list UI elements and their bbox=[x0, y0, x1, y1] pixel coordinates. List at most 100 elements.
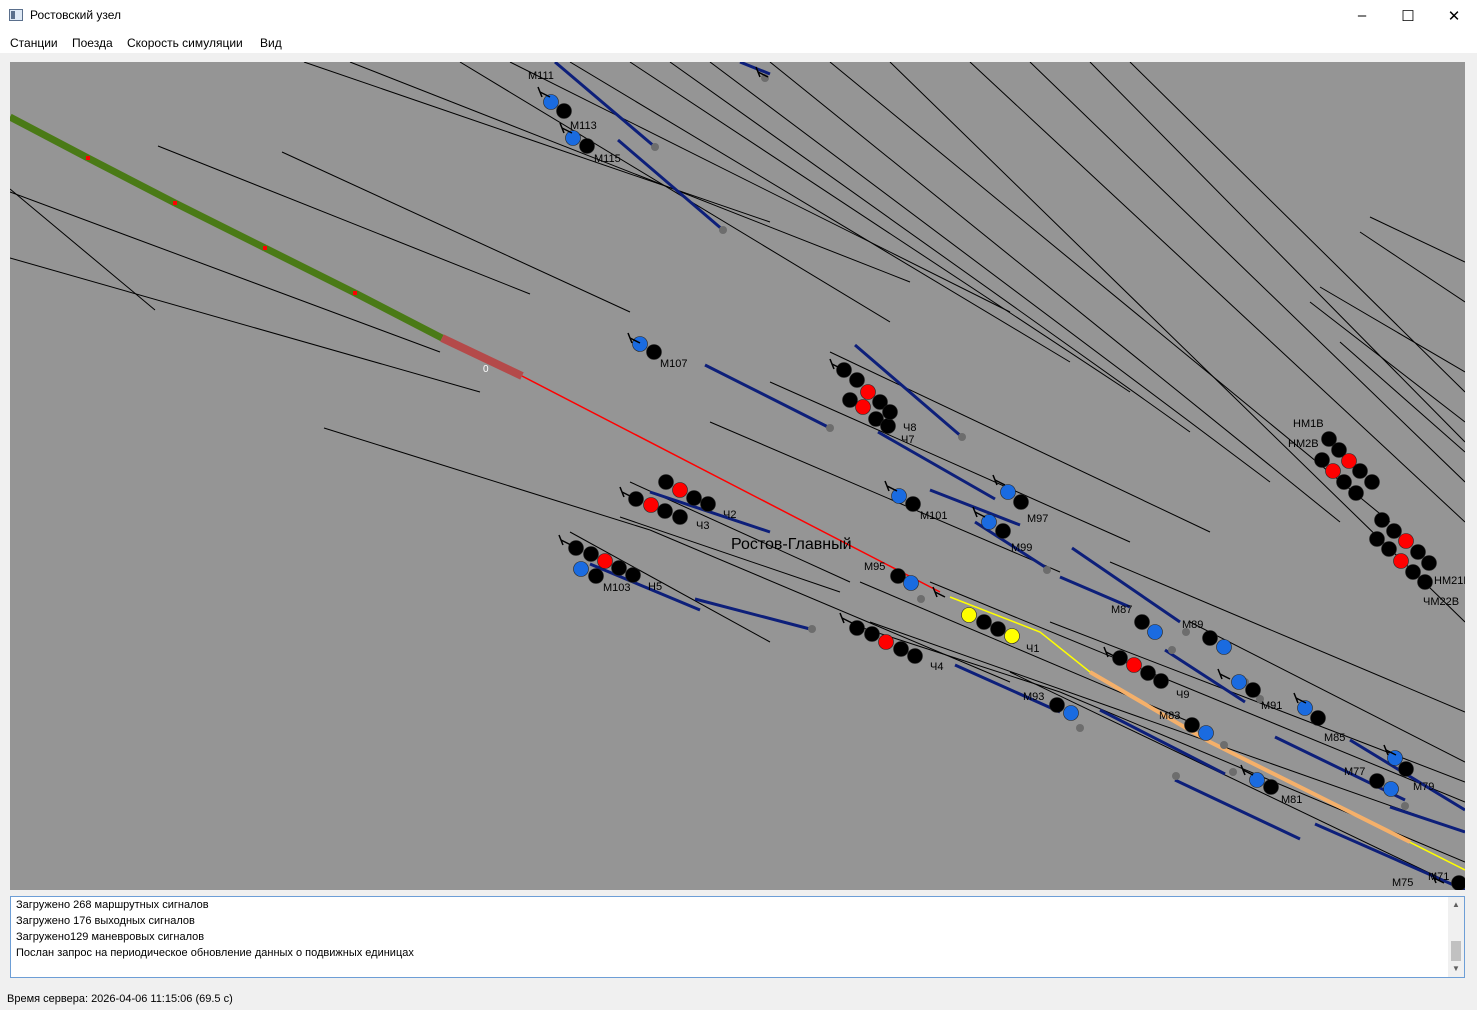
signal-lamp bbox=[1153, 673, 1169, 689]
close-button[interactable]: ✕ bbox=[1431, 0, 1477, 31]
signal-lamp bbox=[1398, 761, 1414, 777]
signal-lamp bbox=[1134, 614, 1150, 630]
signal-name-label: Ч8 bbox=[903, 422, 916, 434]
isolated-track-segment bbox=[877, 430, 996, 501]
signal-lamp bbox=[1263, 779, 1279, 795]
signal-lamp bbox=[1393, 553, 1409, 569]
switch-point bbox=[651, 143, 659, 151]
track-line bbox=[303, 62, 771, 223]
route-track-green bbox=[353, 289, 444, 342]
signal-lamp bbox=[836, 362, 852, 378]
track-line bbox=[629, 62, 1131, 393]
signal-name-label: М95 bbox=[864, 561, 885, 573]
isolated-track-segment bbox=[1174, 778, 1301, 841]
menu-sim-speed[interactable]: Скорость симуляции bbox=[127, 36, 243, 50]
signal-name-label: М101 bbox=[920, 510, 948, 522]
signal-lamp bbox=[1387, 750, 1403, 766]
maximize-button[interactable]: ☐ bbox=[1385, 0, 1431, 31]
minimize-button[interactable]: – bbox=[1339, 0, 1385, 31]
signal-lamp bbox=[1216, 639, 1232, 655]
signal-lamp bbox=[700, 496, 716, 512]
track-line bbox=[1319, 286, 1465, 373]
track-line bbox=[10, 191, 441, 353]
signal-lamp bbox=[573, 561, 589, 577]
switch-point bbox=[1172, 772, 1180, 780]
isolated-track-segment bbox=[739, 62, 771, 76]
signal-lamp bbox=[632, 336, 648, 352]
signal-name-label: М81 bbox=[1281, 794, 1302, 806]
track-line bbox=[1339, 341, 1465, 453]
signal-lamp bbox=[568, 540, 584, 556]
isolated-track-segment bbox=[1389, 805, 1465, 834]
signal-name-label: М113 bbox=[570, 120, 597, 132]
signal-name-label: М115 bbox=[594, 153, 621, 165]
signal-lamp bbox=[588, 568, 604, 584]
signal-lamp bbox=[882, 404, 898, 420]
scroll-up-arrow-icon[interactable]: ▲ bbox=[1448, 897, 1464, 913]
signal-name-label: М79 bbox=[1413, 781, 1434, 793]
log-line: Загружено 268 маршрутных сигналов bbox=[16, 899, 209, 911]
menu-stations[interactable]: Станции bbox=[10, 36, 58, 50]
signal-lamp bbox=[1352, 463, 1368, 479]
signal-lamp bbox=[556, 103, 572, 119]
signal-lamp bbox=[1421, 555, 1437, 571]
track-line bbox=[1009, 671, 1465, 890]
signal-name-label: М103 bbox=[603, 582, 631, 594]
signal-lamp bbox=[1325, 463, 1341, 479]
event-log[interactable]: Загружено 268 маршрутных сигналов Загруж… bbox=[10, 896, 1465, 978]
signal-lamp bbox=[1405, 564, 1421, 580]
signal-name-label: М77 bbox=[1344, 766, 1365, 778]
signal-lamp bbox=[855, 399, 871, 415]
signal-lamp bbox=[579, 138, 595, 154]
signal-lamp bbox=[543, 94, 559, 110]
menu-trains[interactable]: Поезда bbox=[72, 36, 113, 50]
occupied-track-block bbox=[440, 334, 524, 380]
menu-view[interactable]: Вид bbox=[260, 36, 282, 50]
signal-lamp bbox=[903, 575, 919, 591]
log-line: Послан запрос на периодическое обновлени… bbox=[16, 947, 414, 959]
signal-lamp bbox=[1398, 533, 1414, 549]
track-line bbox=[459, 62, 891, 323]
signal-lamp bbox=[1314, 452, 1330, 468]
signal-lamp bbox=[672, 482, 688, 498]
signal-lamp bbox=[597, 553, 613, 569]
switch-point bbox=[917, 595, 925, 603]
signal-lamp bbox=[1364, 474, 1380, 490]
signal-name-label: М75 bbox=[1392, 877, 1413, 889]
station-name-label: Ростов-Главный bbox=[731, 536, 852, 553]
track-map[interactable]: М111 М113 М115 М107 Ч8Ч7 НМ1В НМ2В НМ21В ЧМ22В Ч2… bbox=[10, 62, 1465, 890]
signal-lamp bbox=[1417, 574, 1433, 590]
track-joint-marker bbox=[353, 291, 357, 295]
signal-lamp bbox=[658, 474, 674, 490]
signal-lamp bbox=[890, 568, 906, 584]
signal-lamp bbox=[643, 497, 659, 513]
signal-name-label: М87 bbox=[1111, 604, 1132, 616]
signal-name-label: М97 bbox=[1027, 513, 1048, 525]
log-line: Загружено129 маневровых сигналов bbox=[16, 931, 205, 943]
signal-lamp bbox=[686, 490, 702, 506]
log-scrollbar[interactable]: ▲ ▼ bbox=[1448, 897, 1464, 977]
signal-name-label: ЧМ22В bbox=[1423, 596, 1459, 608]
signal-name-label: Ч7 bbox=[901, 434, 914, 446]
switch-point bbox=[1220, 741, 1228, 749]
scroll-down-arrow-icon[interactable]: ▼ bbox=[1448, 961, 1464, 977]
scroll-thumb[interactable] bbox=[1451, 941, 1461, 961]
track-line bbox=[349, 62, 911, 283]
track-line bbox=[569, 62, 1071, 363]
signal-lamp bbox=[907, 648, 923, 664]
signal-name-label: М85 bbox=[1324, 732, 1345, 744]
signal-lamp bbox=[1336, 474, 1352, 490]
track-map-canvas[interactable]: М111 М113 М115 М107 Ч8Ч7 НМ1В НМ2В НМ21В ЧМ22В Ч2… bbox=[10, 62, 1465, 890]
app-icon bbox=[9, 9, 23, 21]
route-track-green bbox=[86, 154, 177, 207]
signal-lamp bbox=[849, 372, 865, 388]
title-bar: Ростовский узел – ☐ ✕ bbox=[0, 0, 1477, 31]
signal-name-label: М91 bbox=[1261, 700, 1282, 712]
signal-lamp bbox=[880, 418, 896, 434]
signal-name-label: НМ2В bbox=[1288, 438, 1319, 450]
status-server-time: Время сервера: 2026-04-06 11:15:06 (69.5… bbox=[7, 993, 233, 1005]
route-track-green bbox=[263, 244, 357, 297]
signal-lamp bbox=[1374, 512, 1390, 528]
track-line bbox=[929, 581, 1465, 803]
signal-name-label: М71 bbox=[1428, 871, 1449, 883]
